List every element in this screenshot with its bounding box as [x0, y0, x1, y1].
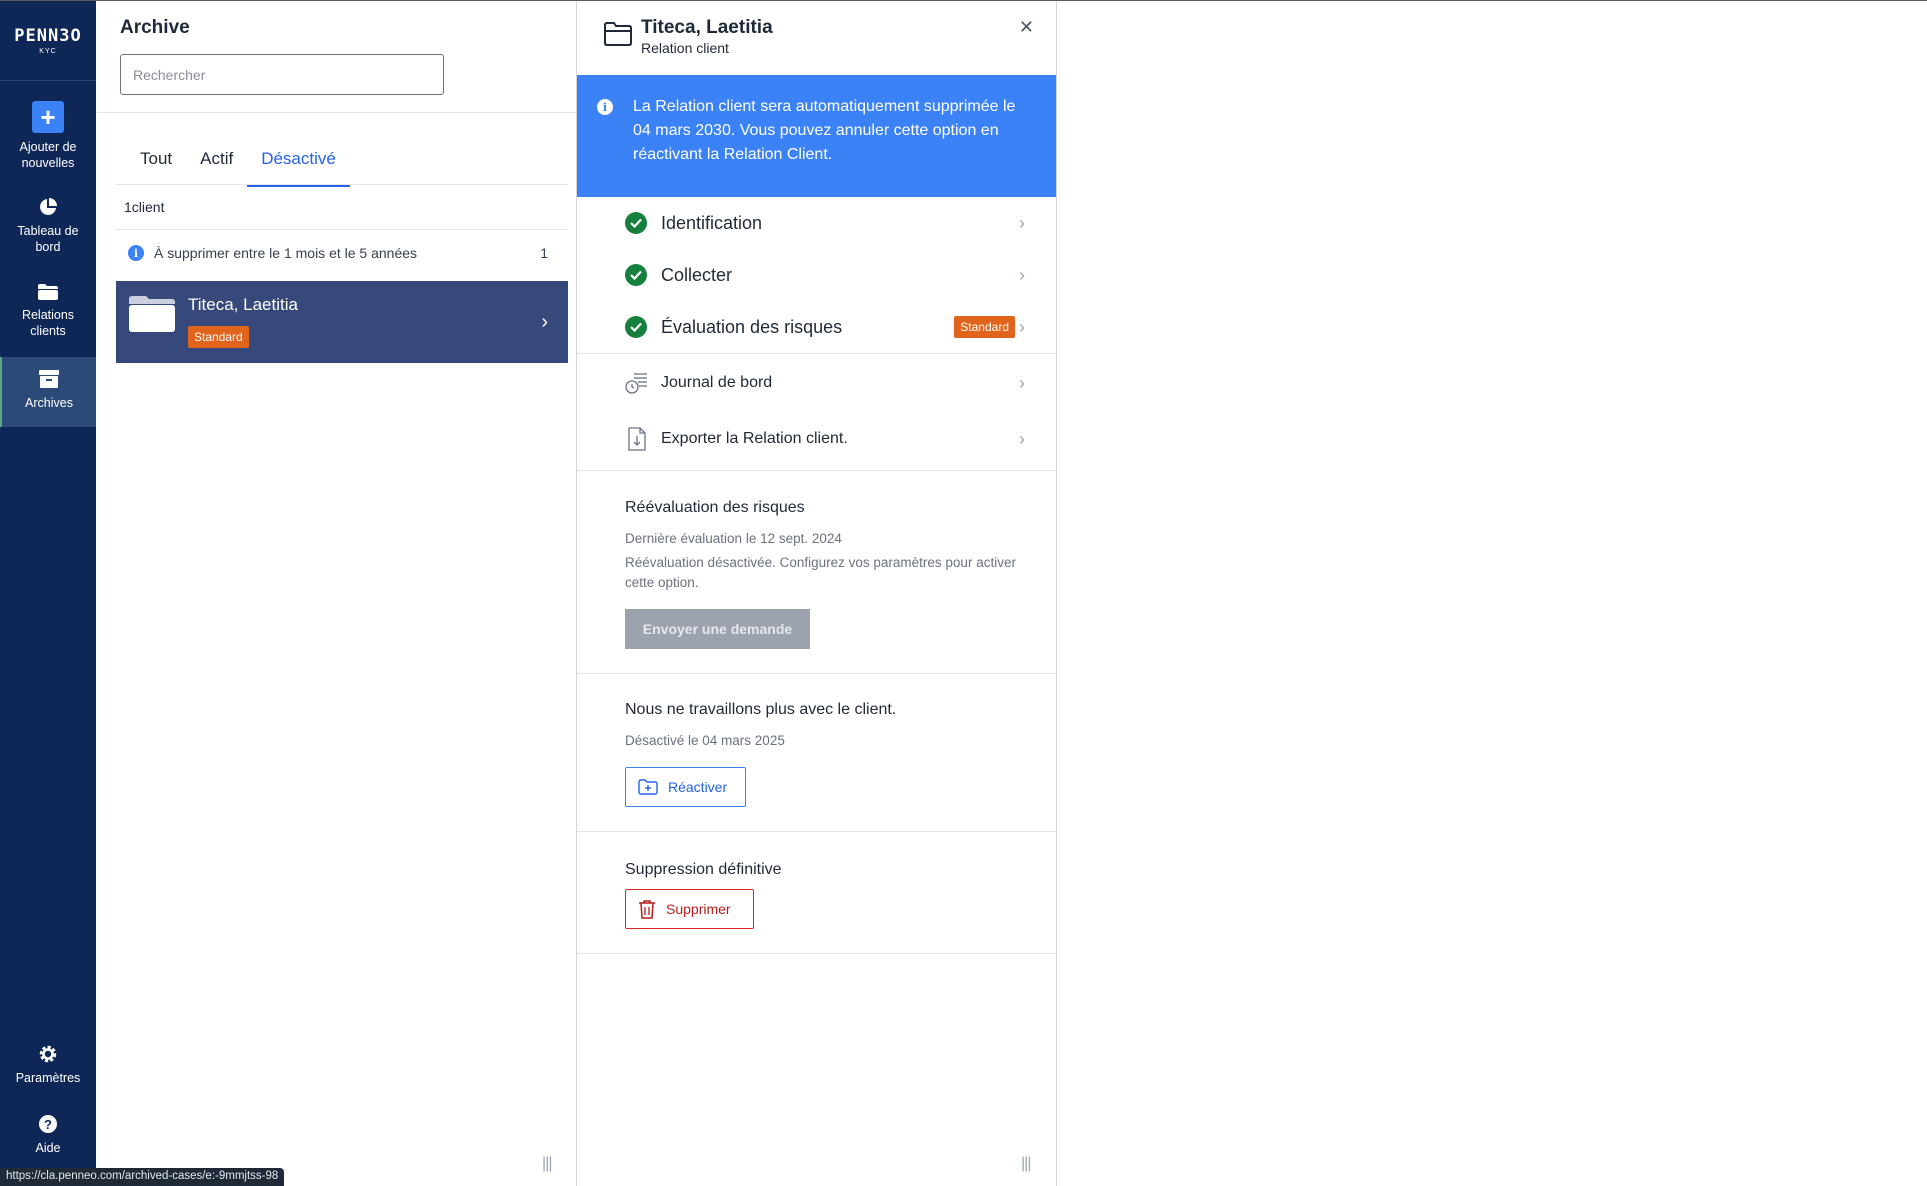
pie-chart-icon	[38, 197, 58, 217]
divider	[116, 184, 568, 185]
step-risk-assessment[interactable]: Évaluation des risques Standard ›	[625, 307, 1025, 347]
button-label: Réactiver	[668, 779, 728, 795]
status-url-bar: https://cla.penneo.com/archived-cases/e:…	[0, 1168, 285, 1186]
sidebar-item-label: Aide	[35, 1141, 61, 1155]
button-label: Supprimer	[666, 901, 731, 917]
chevron-right-icon: ›	[1019, 264, 1025, 285]
chevron-right-icon: ›	[1019, 212, 1025, 233]
info-icon: i	[597, 99, 613, 115]
close-icon[interactable]: ✕	[1019, 17, 1034, 38]
divider	[577, 353, 1056, 354]
check-circle-icon	[625, 264, 647, 286]
step-label: Collecter	[661, 264, 733, 285]
chevron-right-icon: ›	[1019, 372, 1025, 393]
chevron-right-icon: ›	[1019, 316, 1025, 337]
archive-icon	[38, 369, 60, 389]
tab-all[interactable]: Tout	[126, 141, 186, 187]
group-label: À supprimer entre le 1 mois et le 5 anné…	[154, 245, 418, 261]
log-clock-icon	[625, 371, 649, 395]
send-request-button[interactable]: Envoyer une demande	[625, 609, 810, 649]
step-label: Évaluation des risques	[661, 316, 843, 337]
menu-item-export[interactable]: Exporter la Relation client. ›	[625, 419, 1025, 459]
deletion-info-banner: i La Relation client sera automatiquemen…	[577, 75, 1056, 197]
help-icon: ?	[38, 1114, 58, 1134]
divider	[577, 953, 1056, 954]
sidebar-item-label: Ajouter de nouvelles	[19, 140, 77, 170]
reassessment-note: Réévaluation désactivée. Configurez vos …	[625, 555, 1016, 590]
app-window: PENN3O KYC + Ajouter de nouvelles Tablea…	[0, 0, 1927, 1186]
search-input[interactable]	[120, 54, 444, 95]
folder-outline-icon	[604, 22, 632, 46]
logo[interactable]: PENN3O KYC	[0, 1, 96, 81]
svg-text:?: ?	[44, 1117, 52, 1132]
step-label: Identification	[661, 212, 763, 233]
divider	[577, 673, 1056, 674]
client-name: Titeca, Laetitia	[188, 295, 298, 314]
check-circle-icon	[625, 212, 647, 234]
sidebar-item-add-new[interactable]: + Ajouter de nouvelles	[0, 101, 96, 171]
sidebar-item-label: Paramètres	[15, 1071, 81, 1085]
sidebar-item-label: Tableau de bord	[17, 224, 79, 254]
chevron-right-icon: ›	[1019, 428, 1025, 449]
risk-badge: Standard	[188, 326, 249, 348]
divider	[577, 831, 1056, 832]
logo-subtext: KYC	[39, 48, 57, 55]
menu-label: Exporter la Relation client.	[661, 430, 848, 447]
sidebar-item-archives[interactable]: Archives	[0, 357, 96, 427]
plus-icon: +	[32, 101, 64, 133]
divider	[577, 470, 1056, 471]
sidebar: PENN3O KYC + Ajouter de nouvelles Tablea…	[0, 1, 96, 1186]
folder-icon	[129, 296, 175, 332]
deactivated-title: Nous ne travaillons plus avec le client.	[625, 701, 897, 718]
sidebar-item-dashboard[interactable]: Tableau de bord	[0, 197, 96, 255]
tab-deactivated[interactable]: Désactivé	[247, 141, 350, 187]
sidebar-item-label: Relations clients	[21, 308, 75, 338]
group-count: 1	[540, 245, 548, 261]
tab-active[interactable]: Actif	[186, 141, 247, 187]
step-identification[interactable]: Identification ›	[625, 203, 1025, 243]
chevron-right-icon: ›	[541, 311, 548, 333]
resize-handle[interactable]: |||	[1021, 1155, 1032, 1173]
resize-handle[interactable]: |||	[542, 1155, 553, 1173]
filter-tabs: Tout Actif Désactivé	[126, 141, 350, 187]
menu-label: Journal de bord	[661, 374, 773, 391]
deletion-title: Suppression définitive	[625, 861, 782, 878]
info-icon: i	[128, 245, 144, 261]
detail-subtitle: Relation client	[641, 40, 729, 56]
deletion-group-header: i À supprimer entre le 1 mois et le 5 an…	[128, 245, 548, 261]
divider	[116, 229, 568, 230]
sidebar-item-help[interactable]: ? Aide	[0, 1114, 96, 1156]
delete-button[interactable]: Supprimer	[625, 889, 754, 929]
export-file-icon	[625, 427, 649, 451]
risk-badge: Standard	[954, 316, 1015, 338]
trash-icon	[638, 899, 656, 919]
banner-text: La Relation client sera automatiquement …	[633, 98, 1016, 163]
last-assessment-date: Dernière évaluation le 12 sept. 2024	[625, 531, 842, 546]
deactivated-date: Désactivé le 04 mars 2025	[625, 733, 785, 748]
divider	[96, 112, 576, 113]
client-detail-panel: Titeca, Laetitia Relation client ✕ i La …	[576, 1, 1057, 1186]
check-circle-icon	[625, 316, 647, 338]
list-item-client[interactable]: Titeca, Laetitia Standard ›	[116, 281, 568, 363]
step-collect[interactable]: Collecter ›	[625, 255, 1025, 295]
page-title: Archive	[120, 17, 190, 38]
folder-icon	[37, 283, 59, 301]
logo-text: PENN3O	[14, 26, 82, 46]
gear-icon	[38, 1044, 58, 1064]
sidebar-item-client-relations[interactable]: Relations clients	[0, 283, 96, 339]
archive-list-panel: Archive Tout Actif Désactivé 1client i À…	[96, 1, 576, 1186]
sidebar-item-label: Archives	[25, 396, 73, 410]
reassessment-title: Réévaluation des risques	[625, 499, 805, 516]
reactivate-button[interactable]: Réactiver	[625, 767, 746, 807]
client-count: 1client	[124, 199, 165, 215]
sidebar-item-settings[interactable]: Paramètres	[0, 1044, 96, 1086]
folder-plus-icon	[638, 779, 658, 795]
detail-title: Titeca, Laetitia	[641, 17, 773, 38]
menu-item-log[interactable]: Journal de bord ›	[625, 363, 1025, 403]
